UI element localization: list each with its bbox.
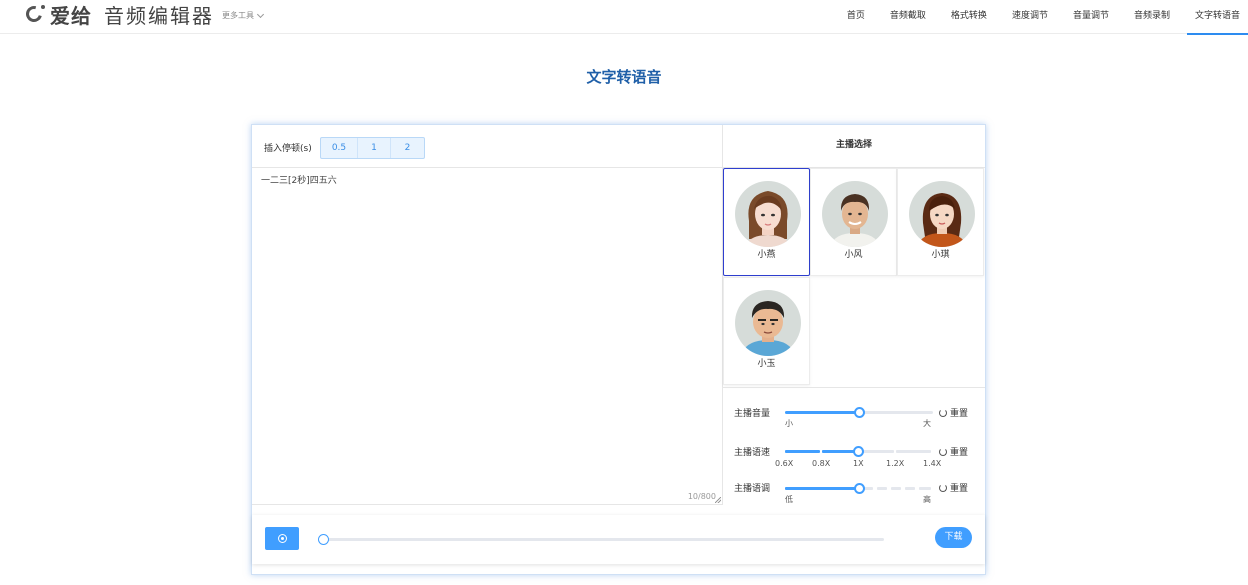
pause-2-button[interactable]: 2 — [391, 138, 424, 158]
pause-0.5-button[interactable]: 0.5 — [321, 138, 358, 158]
more-tools-label: 更多工具 — [222, 11, 254, 20]
nav-format-convert[interactable]: 格式转换 — [943, 0, 995, 34]
anchor-heading: 主播选择 — [723, 125, 985, 168]
logo[interactable]: 爱给 音频编辑器 — [23, 2, 214, 28]
nav-audio-cut[interactable]: 音频截取 — [882, 0, 934, 34]
speed-tick: 0.8X — [812, 459, 831, 468]
speed-slider[interactable] — [785, 446, 933, 457]
speed-label: 主播语速 — [734, 448, 771, 458]
refresh-icon — [939, 408, 947, 417]
pitch-slider-thumb[interactable] — [854, 483, 865, 494]
page-title: 文字转语音 — [586, 68, 662, 86]
volume-slider-thumb[interactable] — [854, 407, 865, 418]
nav-volume[interactable]: 音量调节 — [1065, 0, 1117, 34]
pause-toolbar: 插入停顿(s) 0.5 1 2 — [252, 125, 723, 168]
speed-tick: 1.4X — [923, 459, 942, 468]
voice-settings: 主播音量 小 大 重置 主播语速 0.6X 0.8X 1X 1.2X 1.4X … — [723, 387, 985, 515]
top-bar: 爱给 音频编辑器 更多工具 首页 音频截取 格式转换 速度调节 音量调节 音频录… — [0, 0, 1248, 35]
speed-tick: 1.2X — [886, 459, 905, 468]
avatar — [735, 290, 801, 356]
play-icon — [278, 534, 287, 543]
progress-thumb[interactable] — [318, 534, 329, 545]
volume-min-label: 小 — [785, 419, 793, 428]
avatar — [909, 181, 975, 247]
chevron-down-icon — [256, 10, 265, 18]
nav-speed[interactable]: 速度调节 — [1004, 0, 1056, 34]
speed-reset-button[interactable]: 重置 — [939, 445, 968, 458]
pause-label: 插入停顿(s) — [264, 144, 312, 154]
speed-tick: 1X — [853, 459, 864, 468]
speed-slider-thumb[interactable] — [853, 446, 864, 457]
text-editor-section: 插入停顿(s) 0.5 1 2 一二三[2秒]四五六 10/800 — [252, 125, 723, 505]
more-tools-dropdown[interactable]: 更多工具 — [222, 10, 265, 21]
volume-label: 主播音量 — [734, 409, 771, 419]
refresh-icon — [939, 483, 947, 492]
pitch-max-label: 高 — [923, 495, 931, 504]
volume-reset-button[interactable]: 重置 — [939, 406, 968, 419]
brand-name: 爱给 — [50, 3, 92, 28]
app-name: 音频编辑器 — [104, 3, 214, 28]
avatar — [822, 181, 888, 247]
nav-record[interactable]: 音频录制 — [1126, 0, 1178, 34]
voice-name: 小琪 — [931, 250, 950, 260]
reset-label: 重置 — [950, 409, 969, 419]
avatar — [735, 181, 801, 247]
download-button[interactable]: 下载 — [935, 527, 972, 548]
reset-label: 重置 — [950, 448, 969, 458]
volume-max-label: 大 — [923, 419, 931, 428]
logo-icon — [23, 3, 46, 25]
main-nav: 首页 音频截取 格式转换 速度调节 音量调节 音频录制 文字转语音 — [830, 0, 1248, 35]
volume-slider[interactable] — [785, 407, 933, 418]
tts-panel: 插入停顿(s) 0.5 1 2 一二三[2秒]四五六 10/800 主播选择 小… — [251, 124, 986, 575]
pitch-min-label: 低 — [785, 495, 793, 504]
play-button[interactable] — [265, 527, 299, 550]
resize-handle-icon[interactable] — [715, 497, 721, 503]
pitch-reset-button[interactable]: 重置 — [939, 481, 968, 494]
playback-progress-slider[interactable] — [318, 534, 884, 545]
text-input[interactable]: 一二三[2秒]四五六 10/800 — [252, 169, 722, 505]
pause-1-button[interactable]: 1 — [358, 138, 391, 158]
voice-card-xiaoyan[interactable]: 小燕 — [723, 168, 810, 276]
refresh-icon — [939, 447, 947, 456]
voice-card-xiaoyu[interactable]: 小玉 — [723, 277, 810, 385]
text-input-value: 一二三[2秒]四五六 — [261, 176, 337, 186]
pitch-label: 主播语调 — [734, 484, 771, 494]
reset-label: 重置 — [950, 484, 969, 494]
voice-name: 小玉 — [757, 359, 776, 369]
nav-text-to-speech[interactable]: 文字转语音 — [1186, 0, 1248, 35]
pitch-slider[interactable] — [785, 483, 933, 494]
voice-name: 小风 — [844, 250, 863, 260]
anchor-section: 主播选择 小燕 小风 小琪 小玉 主播音量 小 大 重置 主播语速 0.6X 0… — [723, 125, 985, 515]
voice-card-xiaoqi[interactable]: 小琪 — [897, 168, 984, 276]
audio-player: 下载 — [252, 515, 985, 564]
voice-card-xiaofeng[interactable]: 小风 — [810, 168, 897, 276]
nav-home[interactable]: 首页 — [839, 0, 873, 34]
char-count: 10/800 — [687, 492, 716, 501]
voice-name: 小燕 — [757, 250, 776, 260]
speed-tick: 0.6X — [775, 459, 794, 468]
pause-button-group: 0.5 1 2 — [320, 137, 425, 159]
